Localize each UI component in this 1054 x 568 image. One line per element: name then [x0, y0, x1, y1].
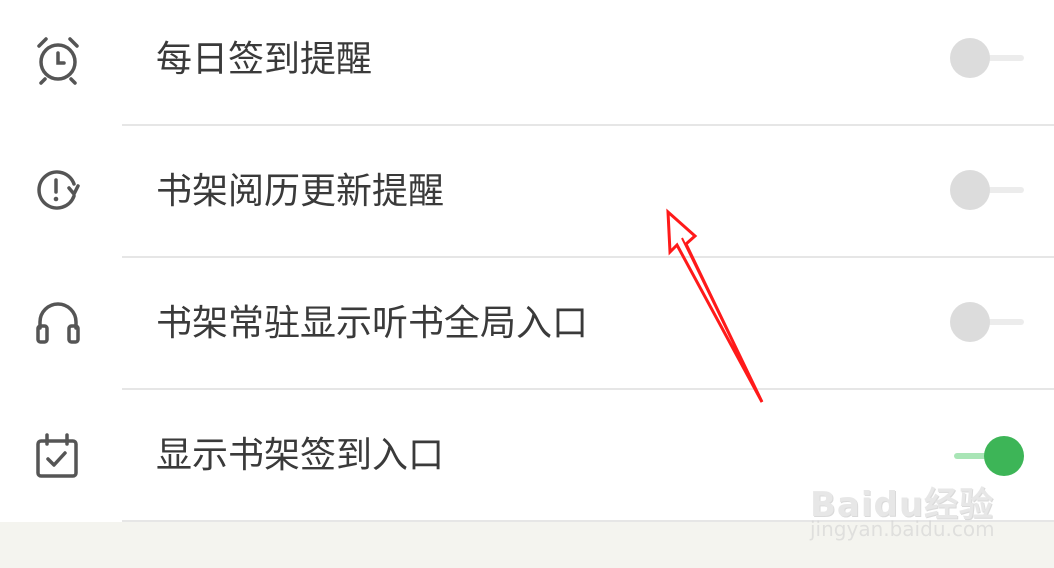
- watermark: Baidu经验 jingyan.baidu.com: [810, 455, 1010, 555]
- watermark-url: jingyan.baidu.com: [810, 517, 995, 541]
